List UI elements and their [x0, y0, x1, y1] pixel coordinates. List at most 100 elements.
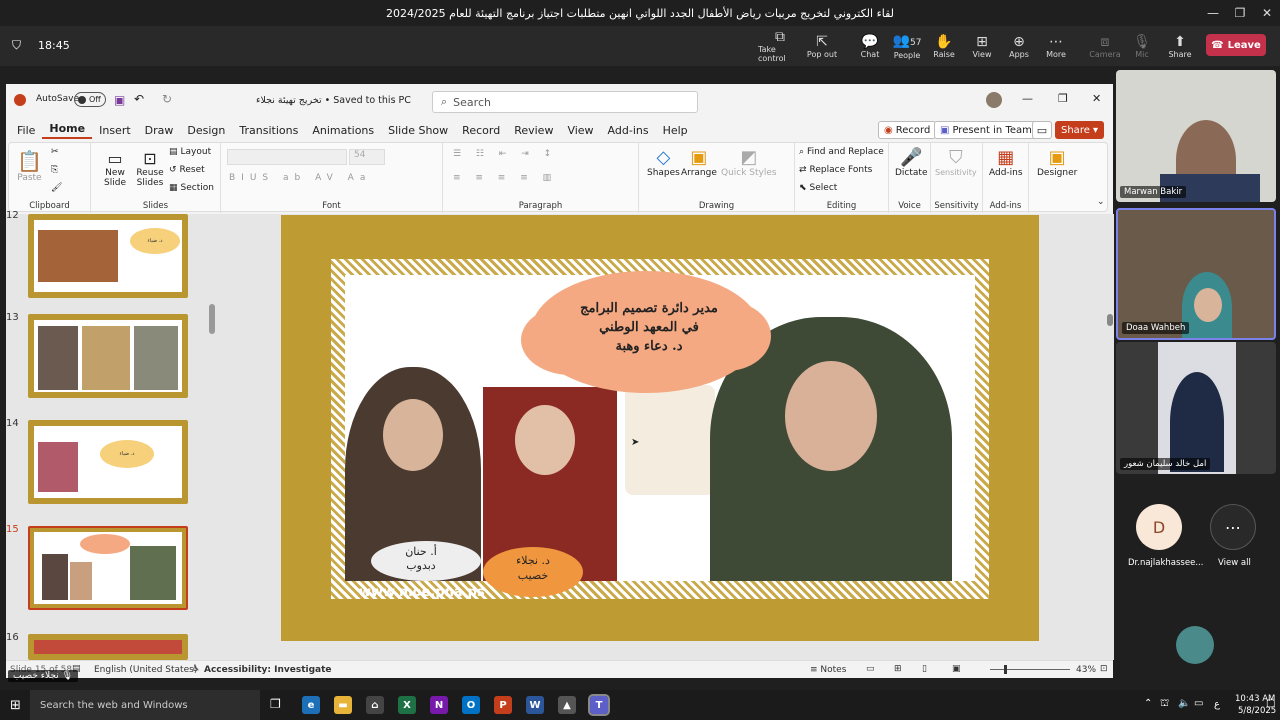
layout-button[interactable]: ▤ Layout [169, 147, 211, 157]
minimize-icon[interactable]: — [1022, 92, 1033, 105]
leave-button[interactable]: ☎ Leave [1206, 34, 1266, 56]
autosave-toggle[interactable]: Off [74, 92, 106, 107]
onenote-icon[interactable]: N [430, 696, 448, 714]
tab-review[interactable]: Review [507, 124, 560, 137]
find-replace-button[interactable]: ⌕ Find and Replace [799, 147, 884, 157]
network-icon[interactable]: ⛫ [1160, 698, 1169, 711]
outlook-icon[interactable]: O [462, 696, 480, 714]
font-name-input[interactable] [227, 149, 347, 165]
comments-icon[interactable]: ▭ [1032, 121, 1052, 139]
quick-styles-button[interactable]: ◩ Quick Styles [721, 147, 777, 178]
language-label[interactable]: English (United States) [94, 665, 197, 675]
close-icon[interactable]: ✕ [1252, 0, 1280, 26]
add-ins-button[interactable]: ▦ Add-ins [989, 147, 1023, 178]
participant-tile[interactable]: Marwan Bakir [1116, 70, 1276, 202]
format-painter-icon[interactable]: 🖌 [51, 183, 62, 193]
new-slide-button[interactable]: ▭ New Slide [97, 149, 133, 188]
language-indicator[interactable]: ع [1214, 699, 1220, 710]
pop-out-button[interactable]: ⇱ Pop out [800, 26, 844, 66]
share-ppt-button[interactable]: Share ▾ [1055, 121, 1105, 139]
list-buttons[interactable]: ☰ ☷ ⇤ ⇥ ↕ [453, 149, 557, 159]
close-icon[interactable]: ✕ [1092, 92, 1101, 105]
tab-help[interactable]: Help [656, 124, 695, 137]
tab-draw[interactable]: Draw [138, 124, 181, 137]
self-view-avatar[interactable] [1176, 626, 1214, 664]
save-icon[interactable]: ▣ [114, 93, 125, 107]
volume-icon[interactable]: 🔈 [1178, 698, 1190, 709]
task-view-icon[interactable]: ❐ [270, 697, 281, 711]
excel-icon[interactable]: X [398, 696, 416, 714]
tray-chevron-icon[interactable]: ⌃ [1144, 698, 1152, 709]
slide-thumbnail[interactable] [28, 314, 188, 398]
present-in-teams-button[interactable]: ▣ Present in Teams [934, 121, 1044, 139]
tab-design[interactable]: Design [180, 124, 232, 137]
copy-icon[interactable]: ⎘ [51, 165, 58, 175]
thumbnail-scrollbar[interactable] [208, 214, 216, 660]
font-size-input[interactable]: 54 [349, 149, 385, 165]
tab-home[interactable]: Home [42, 122, 93, 139]
cut-icon[interactable]: ✂ [51, 147, 59, 157]
dictate-button[interactable]: 🎤 Dictate [895, 147, 928, 178]
taskbar-search[interactable]: Search the web and Windows [30, 690, 260, 720]
scroll-thumb[interactable] [1107, 314, 1113, 326]
user-avatar[interactable] [986, 92, 1002, 108]
slide-thumbnail-selected[interactable] [28, 526, 188, 610]
share-button[interactable]: ⬆ Share [1158, 26, 1202, 66]
scroll-thumb[interactable] [209, 304, 215, 334]
redo-icon[interactable]: ↻ [162, 92, 172, 106]
zoom-level[interactable]: 43% [1076, 665, 1096, 675]
restore-icon[interactable]: ❐ [1058, 92, 1068, 105]
tab-file[interactable]: File [10, 124, 42, 137]
zoom-knob[interactable] [1004, 665, 1007, 674]
notifications-icon[interactable]: ▢ [1266, 698, 1275, 709]
doc-title[interactable]: تخريج تهيئة نجلاء • Saved to this PC [256, 95, 411, 106]
reuse-slides-button[interactable]: ⊡ Reuse Slides [133, 149, 167, 188]
paste-button[interactable]: 📋 Paste [17, 149, 42, 183]
tab-insert[interactable]: Insert [92, 124, 138, 137]
sorter-view-icon[interactable]: ⊞ [894, 664, 902, 674]
current-slide[interactable]: مدير دائرة تصميم البرامج في المعهد الوطن… [281, 215, 1039, 641]
designer-button[interactable]: ▣ Designer [1037, 147, 1077, 178]
powerpoint-icon[interactable]: P [494, 696, 512, 714]
editor-scrollbar[interactable] [1106, 214, 1114, 660]
photos-icon[interactable]: ▲ [558, 696, 576, 714]
take-control-button[interactable]: ⧉ Take control [758, 26, 802, 66]
tab-transitions[interactable]: Transitions [232, 124, 305, 137]
arrange-button[interactable]: ▣ Arrange [681, 147, 717, 178]
normal-view-icon[interactable]: ▭ [866, 664, 875, 674]
view-all-label[interactable]: View all [1218, 558, 1251, 568]
reset-button[interactable]: ↺ Reset [169, 165, 205, 175]
store-icon[interactable]: ⌂ [366, 696, 384, 714]
maximize-icon[interactable]: ❐ [1225, 0, 1255, 26]
more-button[interactable]: ⋯ More [1034, 26, 1078, 66]
participant-avatar[interactable]: D [1136, 504, 1182, 550]
search-input[interactable]: ⌕ Search [432, 91, 698, 113]
tab-record[interactable]: Record [455, 124, 507, 137]
slide-thumbnail[interactable]: د. ضياء [28, 420, 188, 504]
view-all-button[interactable]: ⋯ [1210, 504, 1256, 550]
slide-thumbnail[interactable]: د. ضياء [28, 214, 188, 298]
slide-thumbnail[interactable] [28, 634, 188, 660]
accessibility-status[interactable]: Accessibility: Investigate [204, 665, 332, 675]
sensitivity-button[interactable]: ⛉ Sensitivity [935, 147, 977, 177]
teams-icon[interactable]: T [588, 694, 610, 716]
minimize-icon[interactable]: — [1198, 0, 1228, 26]
file-explorer-icon[interactable]: ▬ [334, 696, 352, 714]
edge-icon[interactable]: e [302, 696, 320, 714]
section-button[interactable]: ▦ Section [169, 183, 214, 193]
action-center-icon[interactable]: ▭ [1194, 698, 1203, 709]
participant-tile-active[interactable]: Doaa Wahbeh [1116, 208, 1276, 340]
tab-slide-show[interactable]: Slide Show [381, 124, 455, 137]
undo-icon[interactable]: ↶ [134, 92, 144, 106]
select-button[interactable]: ⬉ Select [799, 183, 837, 193]
reading-view-icon[interactable]: ▯ [922, 664, 927, 674]
align-buttons[interactable]: ≡ ≡ ≡ ≡ ▥ [453, 173, 557, 183]
word-icon[interactable]: W [526, 696, 544, 714]
slideshow-icon[interactable]: ▣ [952, 664, 961, 674]
tab-view[interactable]: View [560, 124, 600, 137]
zoom-slider[interactable] [990, 665, 1070, 674]
collapse-ribbon-icon[interactable]: ⌄ [1097, 197, 1105, 207]
font-format-buttons[interactable]: BIUS ab AV Aa [229, 173, 371, 183]
fit-slide-icon[interactable]: ⊡ [1100, 664, 1108, 674]
record-button[interactable]: ◉ Record [878, 121, 937, 139]
